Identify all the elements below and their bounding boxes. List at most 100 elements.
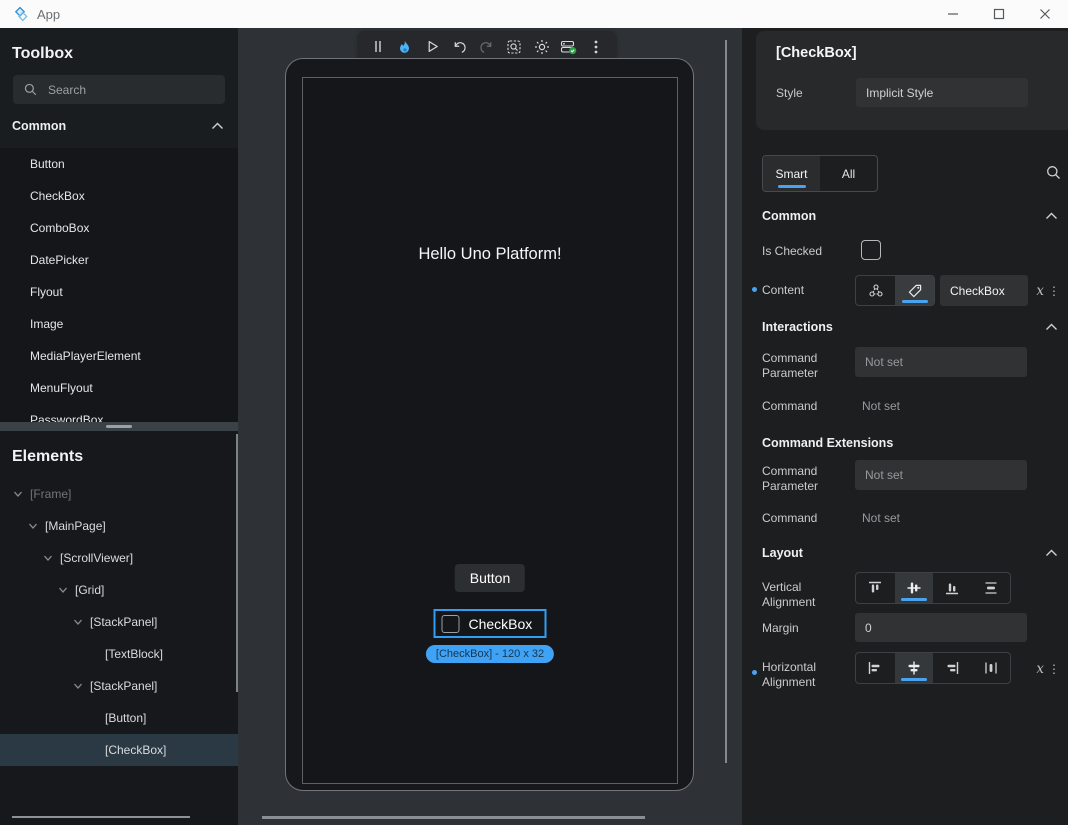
undo-icon[interactable] xyxy=(449,35,470,59)
hot-reload-flame-icon[interactable] xyxy=(394,35,415,59)
xbind-marker[interactable]: x xyxy=(1036,661,1044,677)
tree-item-scrollviewer[interactable]: [ScrollViewer] xyxy=(0,542,238,574)
panel-splitter[interactable] xyxy=(0,422,238,431)
play-icon[interactable] xyxy=(422,35,443,59)
canvas-button[interactable]: Button xyxy=(455,564,525,592)
minimize-button[interactable] xyxy=(930,0,976,28)
align-stretch-horizontal-button[interactable] xyxy=(972,653,1011,683)
redo-icon[interactable] xyxy=(476,35,497,59)
canvas-checkbox-selected[interactable]: CheckBox xyxy=(434,609,547,638)
style-value-field[interactable]: Implicit Style xyxy=(856,78,1028,107)
align-left-button[interactable] xyxy=(856,653,895,683)
tab-all[interactable]: All xyxy=(820,156,877,191)
more-options-icon[interactable] xyxy=(586,35,607,59)
canvas-horizontal-scrollbar[interactable] xyxy=(262,816,645,819)
tree-item-mainpage[interactable]: [MainPage] xyxy=(0,510,238,542)
align-bottom-button[interactable] xyxy=(933,573,972,603)
section-common-header[interactable]: Common xyxy=(762,209,1062,223)
toolbox-item-flyout[interactable]: Flyout xyxy=(0,276,238,308)
tree-item-grid[interactable]: [Grid] xyxy=(0,574,238,606)
maximize-button[interactable] xyxy=(976,0,1022,28)
command-value[interactable]: Not set xyxy=(862,395,900,413)
toolbox-item-passwordbox[interactable]: PasswordBox xyxy=(0,404,238,422)
binding-icon xyxy=(868,283,884,299)
chevron-up-icon xyxy=(1045,212,1058,220)
tab-smart[interactable]: Smart xyxy=(763,156,820,191)
canvas-vertical-scrollbar[interactable] xyxy=(725,40,727,763)
elements-horizontal-scrollbar[interactable] xyxy=(12,816,190,818)
toolbox-search-input[interactable] xyxy=(48,83,215,97)
tree-item-stackpanel-2[interactable]: [StackPanel] xyxy=(0,670,238,702)
ext-command-value[interactable]: Not set xyxy=(862,507,900,525)
xbind-marker[interactable]: x xyxy=(1036,283,1044,299)
tree-item-textblock[interactable]: [TextBlock] xyxy=(0,638,238,670)
toolbox-item-datepicker[interactable]: DatePicker xyxy=(0,244,238,276)
align-center-vertical-button[interactable] xyxy=(895,573,934,603)
literal-value-button[interactable] xyxy=(895,276,934,305)
toolbox-search[interactable] xyxy=(13,75,225,104)
command-parameter-row: Command Parameter Not set xyxy=(762,347,1062,381)
inspect-element-icon[interactable] xyxy=(504,35,525,59)
command-parameter-field[interactable]: Not set xyxy=(855,347,1027,377)
tree-item-checkbox-selected[interactable]: [CheckBox] xyxy=(0,734,238,766)
device-screen[interactable]: Hello Uno Platform! Button CheckBox [Che… xyxy=(302,77,678,784)
content-label: Content xyxy=(762,275,855,298)
properties-tabs: Smart All xyxy=(762,155,878,192)
section-layout-header[interactable]: Layout xyxy=(762,546,1062,560)
active-align-indicator xyxy=(901,678,927,681)
align-center-horizontal-button[interactable] xyxy=(895,653,934,683)
chevron-down-icon xyxy=(27,520,39,532)
section-interactions-header[interactable]: Interactions xyxy=(762,320,1062,334)
horizontal-alignment-label: Horizontal Alignment xyxy=(762,652,855,690)
ext-command-parameter-field[interactable]: Not set xyxy=(855,460,1027,490)
properties-header-card: [CheckBox] Style Implicit Style xyxy=(756,31,1068,130)
chevron-up-icon xyxy=(1045,323,1058,331)
active-align-indicator xyxy=(901,598,927,601)
window-titlebar: App xyxy=(0,0,1068,28)
content-mode-toggle xyxy=(855,275,935,306)
properties-search-icon[interactable] xyxy=(1045,164,1062,181)
elements-panel: Elements [Frame] [MainPage] [ScrollViewe… xyxy=(0,431,238,825)
toolbox-item-checkbox[interactable]: CheckBox xyxy=(0,180,238,212)
style-label: Style xyxy=(776,86,856,100)
connection-status-icon[interactable] xyxy=(558,35,579,59)
theme-toggle-sun-icon[interactable] xyxy=(531,35,552,59)
tree-item-frame[interactable]: [Frame] xyxy=(0,478,238,510)
toolbox-section-common[interactable]: Common xyxy=(0,104,238,148)
hello-textblock[interactable]: Hello Uno Platform! xyxy=(303,245,677,264)
toolbox-item-mediaplayerelement[interactable]: MediaPlayerElement xyxy=(0,340,238,372)
align-stretch-horizontal-icon xyxy=(983,660,999,676)
drag-handle-icon[interactable] xyxy=(367,35,388,59)
window-title: App xyxy=(37,7,60,22)
toolbox-item-image[interactable]: Image xyxy=(0,308,238,340)
selection-size-tooltip: [CheckBox] - 120 x 32 xyxy=(426,645,554,663)
tree-item-button[interactable]: [Button] xyxy=(0,702,238,734)
align-stretch-vertical-button[interactable] xyxy=(972,573,1011,603)
tree-item-stackpanel-1[interactable]: [StackPanel] xyxy=(0,606,238,638)
align-right-button[interactable] xyxy=(933,653,972,683)
toolbox-item-menuflyout[interactable]: MenuFlyout xyxy=(0,372,238,404)
search-icon xyxy=(23,82,38,97)
close-button[interactable] xyxy=(1022,0,1068,28)
is-checked-checkbox[interactable] xyxy=(861,240,881,260)
chevron-down-icon xyxy=(57,584,69,596)
toolbox-item-button[interactable]: Button xyxy=(0,148,238,180)
ext-command-label: Command xyxy=(762,507,855,526)
left-sidebar: Toolbox Common Button CheckBox ComboBox … xyxy=(0,28,238,825)
align-top-button[interactable] xyxy=(856,573,895,603)
row-options-kebab-icon[interactable]: ⋮ xyxy=(1048,662,1060,676)
checkbox-glyph-icon[interactable] xyxy=(442,615,460,633)
vertical-alignment-group xyxy=(855,572,1011,604)
properties-panel: [CheckBox] Style Implicit Style Smart Al… xyxy=(742,28,1068,825)
align-center-horizontal-icon xyxy=(906,660,922,676)
content-value-field[interactable]: CheckBox xyxy=(940,275,1028,306)
design-canvas[interactable]: Hello Uno Platform! Button CheckBox [Che… xyxy=(238,28,742,825)
elements-title: Elements xyxy=(0,431,238,478)
binding-mode-button[interactable] xyxy=(856,276,895,305)
toolbox-item-combobox[interactable]: ComboBox xyxy=(0,212,238,244)
modified-dot-icon xyxy=(752,287,757,292)
align-bottom-icon xyxy=(944,580,960,596)
row-options-kebab-icon[interactable]: ⋮ xyxy=(1048,284,1060,298)
command-extensions-header: Command Extensions xyxy=(762,436,1062,450)
margin-value-field[interactable]: 0 xyxy=(855,613,1027,642)
